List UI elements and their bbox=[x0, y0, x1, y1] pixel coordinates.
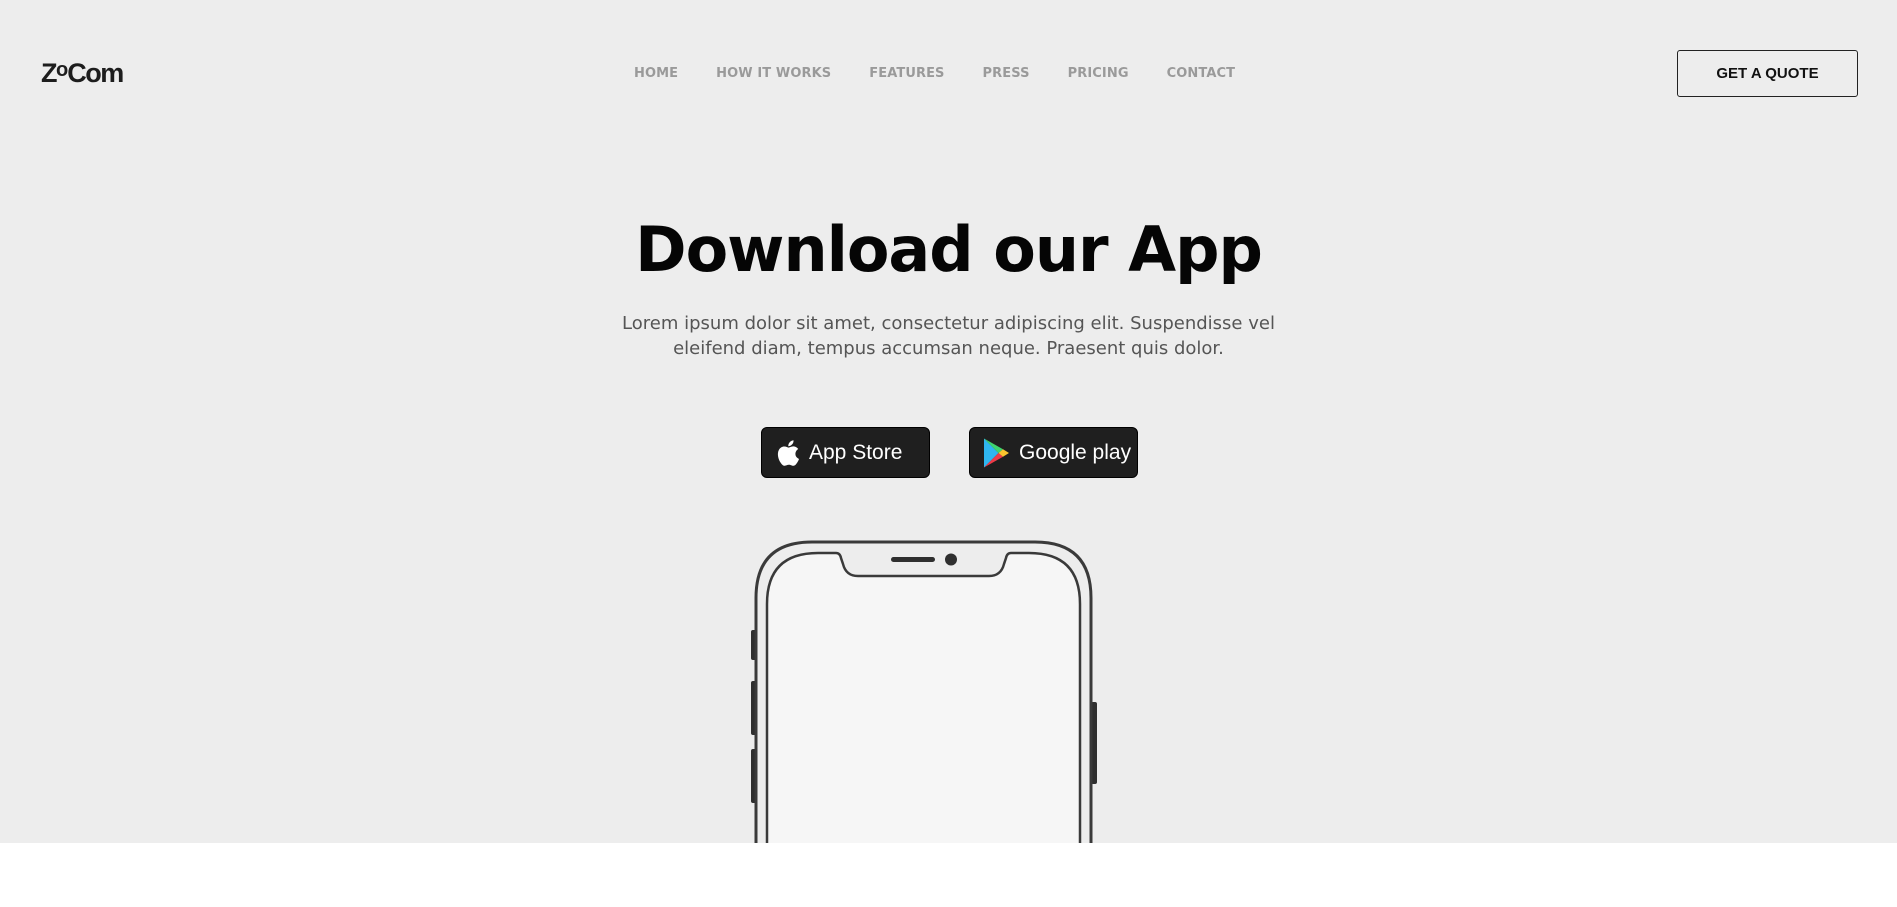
nav-item-press[interactable]: PRESS bbox=[983, 64, 1030, 83]
apple-icon bbox=[774, 438, 800, 468]
nav-item-how-it-works[interactable]: HOW IT WORKS bbox=[716, 64, 831, 83]
nav-item-pricing[interactable]: PRICING bbox=[1068, 64, 1129, 83]
brand-logo[interactable]: ZoCom bbox=[41, 57, 124, 92]
google-play-button[interactable]: Google play bbox=[969, 427, 1138, 478]
get-a-quote-button[interactable]: GET A QUOTE bbox=[1677, 50, 1858, 97]
google-play-label: Google play bbox=[1019, 440, 1132, 464]
main-nav: HOME HOW IT WORKS FEATURES PRESS PRICING… bbox=[634, 64, 1273, 83]
hero-section: ZoCom HOME HOW IT WORKS FEATURES PRESS P… bbox=[0, 0, 1897, 843]
app-store-label: App Store bbox=[809, 440, 903, 464]
nav-item-contact[interactable]: CONTACT bbox=[1167, 64, 1236, 83]
brand-logo-o: o bbox=[56, 59, 68, 81]
page-title: Download our App bbox=[635, 213, 1263, 286]
nav-item-features[interactable]: FEATURES bbox=[869, 64, 944, 83]
nav-item-home[interactable]: HOME bbox=[634, 64, 678, 83]
brand-logo-com: Com bbox=[67, 58, 124, 88]
hero-subtitle: Lorem ipsum dolor sit amet, consectetur … bbox=[622, 313, 1275, 359]
brand-logo-z: Z bbox=[41, 58, 58, 88]
google-play-icon bbox=[982, 437, 1010, 469]
app-store-button[interactable]: App Store bbox=[761, 427, 930, 478]
phone-mockup bbox=[748, 536, 1100, 843]
